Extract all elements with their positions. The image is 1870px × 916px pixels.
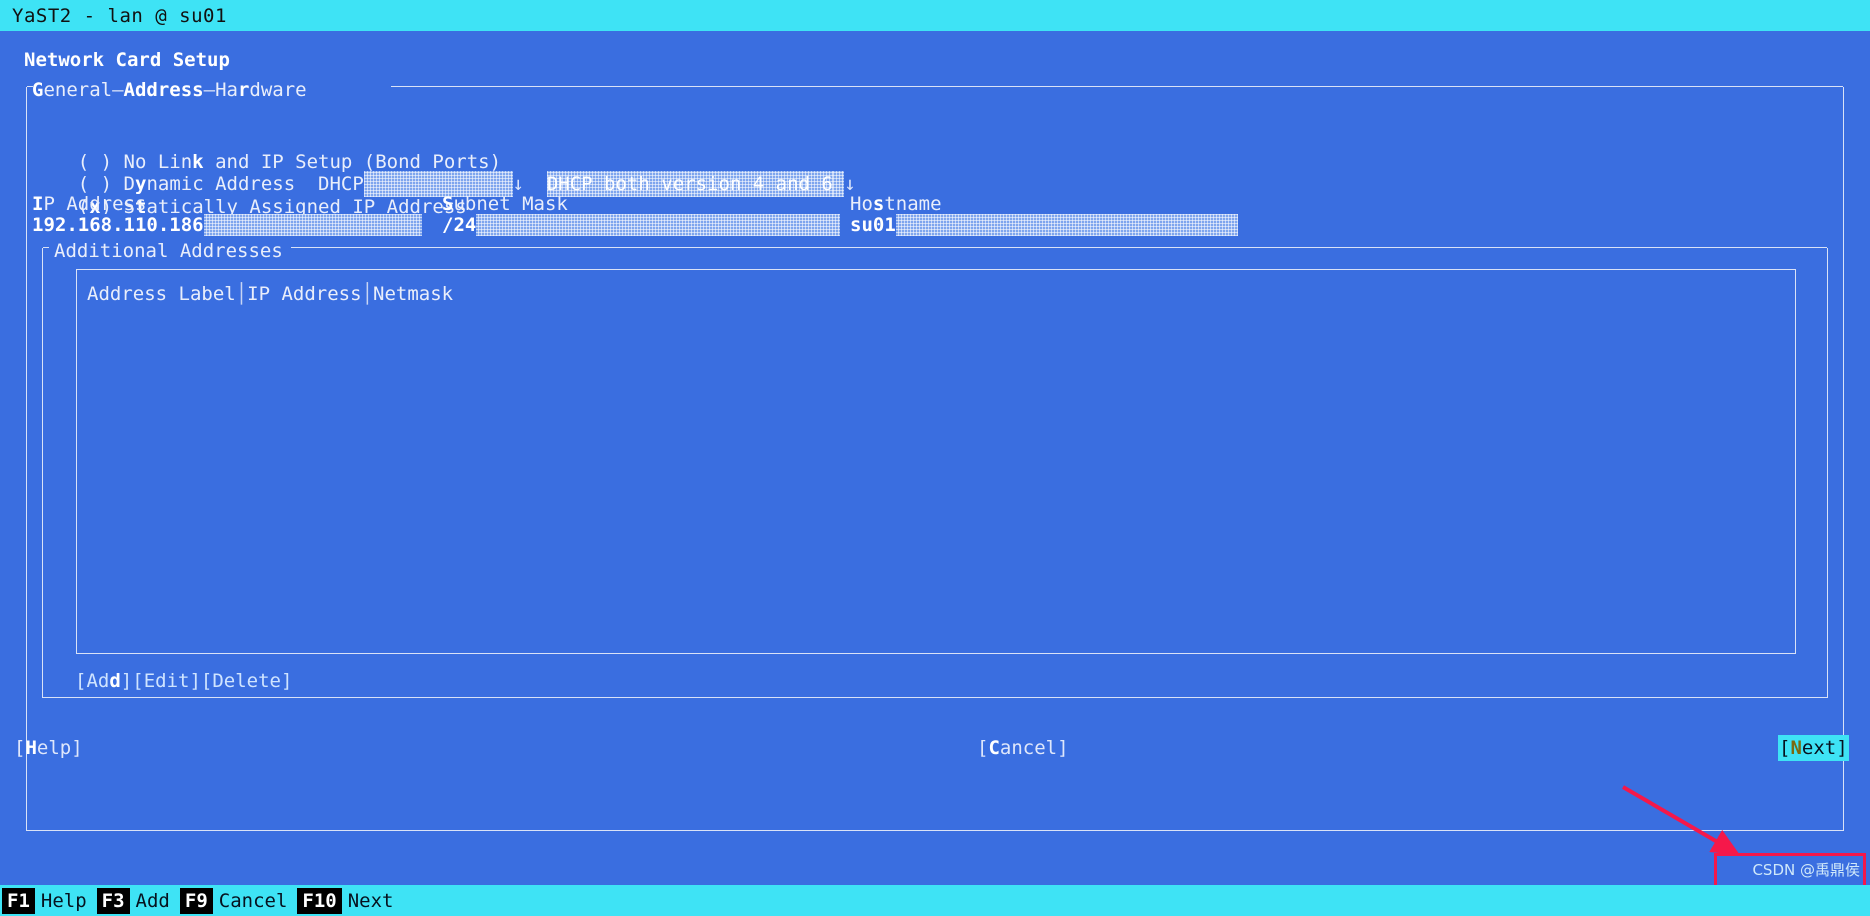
tab-separator-1: — [112, 79, 124, 101]
cancel-button-shortcut: C [988, 737, 1000, 759]
window-title: YaST2 - lan @ su01 [12, 4, 227, 27]
ip-address-label-shortcut: I [32, 193, 44, 215]
dhcp-version-combo-select[interactable]: DHCP both version 4 and 6 [546, 171, 833, 197]
terminal-screen: Network Card Setup General — Address — Hardw… [0, 31, 1870, 885]
help-button-label: elp [36, 737, 72, 759]
function-key-bar: F1 Help F3 Add F9 Cancel F10 Next [0, 885, 1870, 916]
watermark: CSDN @禹鼎侯 [1752, 861, 1860, 879]
hostname-label-text: tname [884, 193, 942, 215]
ip-address-label-text: P Address [43, 193, 147, 215]
cancel-button-label: ancel [999, 737, 1058, 759]
dhcp-version-combo-pad[interactable] [832, 171, 845, 197]
next-button[interactable]: [Next] [1778, 735, 1849, 761]
fkey-f10[interactable]: F10 [297, 887, 342, 914]
add-button-shortcut: d [109, 670, 121, 692]
hostname-label-shortcut: s [872, 193, 885, 215]
page-title: Network Card Setup [24, 49, 230, 71]
fkey-f1[interactable]: F1 [2, 887, 35, 914]
subnet-mask-input-wrapper[interactable]: /24 [442, 214, 840, 243]
hostname-input-wrapper[interactable]: su01 [850, 214, 1238, 243]
subnet-mask-value: /24 [442, 214, 477, 236]
tab-strip: General — Address — Hardware [32, 77, 307, 103]
column-header-address-label[interactable]: Address Label [87, 283, 236, 305]
fkey-f3-label[interactable]: Add [130, 888, 176, 914]
window-titlebar: YaST2 - lan @ su01 [0, 0, 1870, 31]
subnet-mask-input[interactable]: /24 [442, 214, 840, 236]
column-header-netmask[interactable]: Netmask [373, 283, 453, 305]
subnet-mask-label-text: ubnet Mask [453, 193, 568, 215]
fkey-f3[interactable]: F3 [96, 887, 130, 914]
column-divider-1: │ [235, 283, 248, 305]
tab-hardware[interactable]: Hardware [215, 77, 307, 103]
delete-button-label: Delete [212, 670, 281, 692]
ip-address-input[interactable]: 192.168.110.186 [32, 214, 422, 236]
address-action-buttons: [Add][Edit][Delete] [75, 668, 292, 694]
edit-button[interactable]: [Edit] [132, 670, 201, 692]
hostname-label-pre: Ho [850, 193, 873, 215]
hostname-value: su01 [850, 214, 896, 236]
subnet-mask-label-shortcut: S [442, 193, 454, 215]
cancel-button[interactable]: [Cancel] [977, 735, 1069, 761]
tab-hardware-label: dware [249, 79, 307, 101]
tab-general-shortcut: G [32, 79, 44, 101]
fkey-f10-label[interactable]: Next [342, 888, 400, 914]
additional-addresses-label: Additional Addresses [50, 238, 287, 264]
next-button-shortcut: N [1790, 737, 1802, 759]
help-button-shortcut: H [25, 737, 37, 759]
delete-button[interactable]: [Delete] [201, 670, 293, 692]
ip-address-value: 192.168.110.186 [32, 214, 204, 236]
fkey-f9-label[interactable]: Cancel [213, 888, 294, 914]
additional-addresses-table[interactable]: Address Label│IP Address│Netmask [76, 269, 1796, 654]
table-header-row: Address Label│IP Address│Netmask [87, 281, 453, 307]
column-divider-2: │ [361, 283, 374, 305]
tab-general-label: eneral [43, 79, 113, 101]
hostname-input[interactable]: su01 [850, 214, 1238, 236]
tab-hardware-shortcut: r [237, 79, 250, 101]
add-button[interactable]: [Add] [75, 670, 132, 692]
next-button-label: ext [1801, 737, 1837, 759]
edit-button-label: Edit [143, 670, 190, 692]
fkey-f9[interactable]: F9 [179, 887, 213, 914]
tab-address[interactable]: Address [124, 77, 204, 103]
tab-separator-2: — [203, 79, 216, 101]
fkey-f1-label[interactable]: Help [35, 888, 93, 914]
help-button[interactable]: [Help] [14, 735, 83, 761]
tab-general[interactable]: General [32, 77, 112, 103]
column-header-ip-address[interactable]: IP Address [247, 283, 361, 305]
